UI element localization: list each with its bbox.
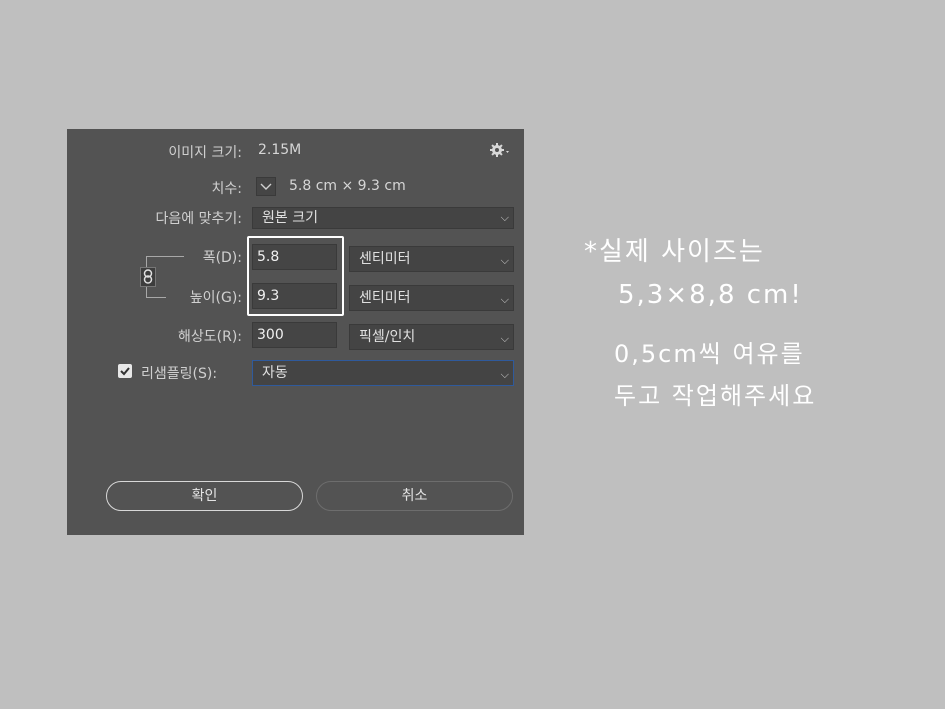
dimensions-value: 5.8 cm × 9.3 cm: [289, 178, 406, 194]
fit-to-select[interactable]: 원본 크기 ⌵: [252, 207, 514, 229]
cancel-button[interactable]: 취소: [316, 481, 513, 511]
resample-checkbox[interactable]: [118, 364, 132, 378]
width-unit-value: 센티미터: [359, 251, 411, 267]
resolution-unit-value: 픽셀/인치: [359, 329, 416, 345]
image-size-label: 이미지 크기:: [168, 145, 242, 161]
dimensions-label: 치수:: [211, 181, 242, 197]
resolution-unit-select[interactable]: 픽셀/인치 ⌵: [349, 324, 514, 350]
chevron-down-icon: ⌵: [500, 211, 509, 224]
annotation-line-4: 두고 작업해주세요: [614, 382, 817, 410]
dimensions-dropdown-button[interactable]: [256, 177, 276, 196]
checkmark-icon: [120, 367, 130, 376]
link-constrain-icon[interactable]: [140, 267, 156, 287]
annotation-line-2: 5,3×8,8 cm!: [618, 280, 803, 310]
gear-icon[interactable]: [488, 140, 512, 160]
chevron-down-icon: [260, 183, 272, 190]
cancel-button-label: 취소: [401, 488, 428, 504]
chevron-down-icon: ⌵: [500, 368, 509, 381]
resolution-label: 해상도(R):: [177, 329, 242, 345]
height-label: 높이(G):: [189, 290, 242, 306]
resolution-value: 300: [257, 327, 284, 343]
fit-to-label: 다음에 맞추기:: [155, 211, 242, 227]
ok-button[interactable]: 확인: [106, 481, 303, 511]
resample-select[interactable]: 자동 ⌵: [252, 360, 514, 386]
resolution-input[interactable]: 300: [252, 322, 337, 348]
image-size-dialog: 이미지 크기: 2.15M 치수: 5.8 cm × 9.3 cm 다음에 맞추…: [67, 129, 524, 535]
resample-value: 자동: [262, 365, 288, 381]
width-unit-select[interactable]: 센티미터 ⌵: [349, 246, 514, 272]
fit-to-value: 원본 크기: [262, 210, 318, 226]
highlight-box: [247, 236, 344, 316]
annotation-line-1: *실제 사이즈는: [584, 237, 765, 267]
annotation-line-3: 0,5cm씩 여유를: [614, 340, 805, 368]
height-unit-value: 센티미터: [359, 290, 411, 306]
image-size-value: 2.15M: [258, 142, 302, 158]
height-unit-select[interactable]: 센티미터 ⌵: [349, 285, 514, 311]
ok-button-label: 확인: [191, 488, 218, 504]
resample-label: 리샘플링(S):: [141, 366, 218, 382]
width-label: 폭(D):: [202, 250, 242, 266]
chevron-down-icon: ⌵: [500, 332, 509, 345]
chevron-down-icon: ⌵: [500, 293, 509, 306]
chevron-down-icon: ⌵: [500, 254, 509, 267]
